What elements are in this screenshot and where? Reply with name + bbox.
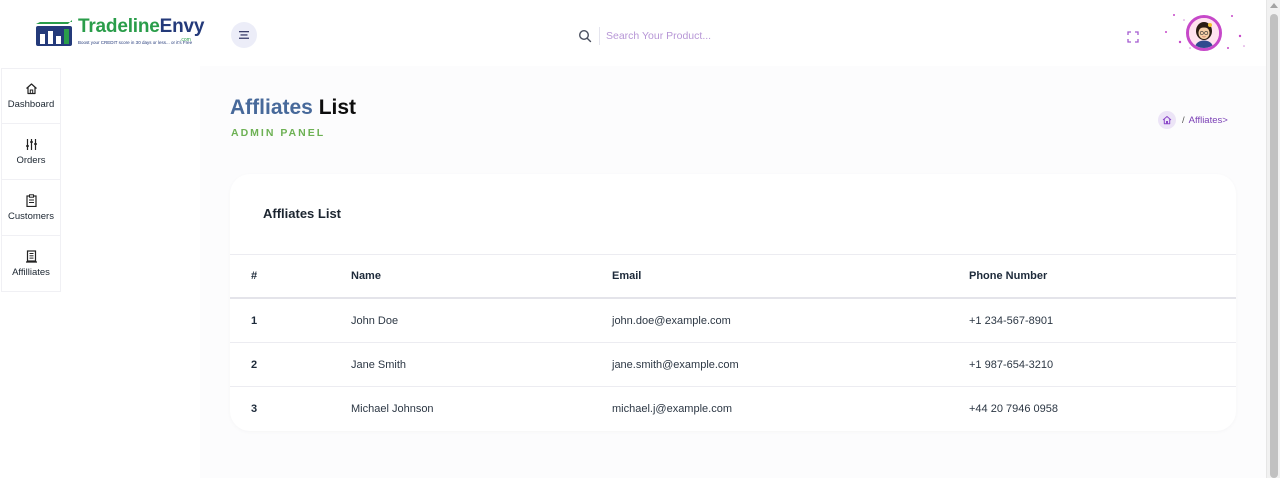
search-icon[interactable] <box>578 29 592 43</box>
table-row[interactable]: 2 Jane Smith jane.smith@example.com +1 9… <box>230 343 1236 387</box>
brand-name: TradelineEnvy <box>78 16 204 38</box>
scroll-thumb[interactable] <box>1270 14 1278 478</box>
brand-logo[interactable]: TradelineEnvy .com Boost your CREDIT sco… <box>34 16 209 48</box>
sidebar-item-label: Affilliates <box>12 266 50 278</box>
building-icon <box>25 249 37 263</box>
hamburger-icon <box>239 31 249 39</box>
row-phone: +1 987-654-3210 <box>969 358 1054 371</box>
affiliates-table: # Name Email Phone Number 1 John Doe joh… <box>230 255 1236 431</box>
page-subtitle: ADMIN PANEL <box>231 127 326 139</box>
brand-name-part2: Envy <box>159 16 205 37</box>
breadcrumb: / Affliates> <box>1158 111 1228 129</box>
sidebar-nav: Dashboard Orders Customers Affilliates <box>1 68 61 292</box>
fullscreen-icon[interactable] <box>1127 31 1139 43</box>
sliders-icon <box>25 138 37 150</box>
column-header-phone[interactable]: Phone Number <box>969 255 1047 297</box>
breadcrumb-separator: / <box>1182 114 1185 126</box>
sidebar: Dashboard Orders Customers Affilliates <box>0 66 200 478</box>
avatar-area <box>1162 10 1248 56</box>
brand-name-part1: Tradeline <box>78 16 160 37</box>
card-title: Affliates List <box>263 206 342 221</box>
home-icon <box>1162 116 1172 125</box>
breadcrumb-current[interactable]: Affliates> <box>1189 115 1228 126</box>
search-input[interactable] <box>606 26 866 46</box>
row-number: 2 <box>251 358 258 371</box>
page-scrollbar[interactable] <box>1266 0 1280 478</box>
table-row[interactable]: 3 Michael Johnson michael.j@example.com … <box>230 387 1236 431</box>
brand-tagline: Boost your CREDIT score in 30 days or le… <box>78 40 193 45</box>
column-header-email[interactable]: Email <box>612 255 641 297</box>
top-header: TradelineEnvy .com Boost your CREDIT sco… <box>0 0 1266 66</box>
row-phone: +1 234-567-8901 <box>969 314 1054 327</box>
clipboard-icon <box>25 193 37 207</box>
user-avatar-icon <box>1189 18 1219 48</box>
table-header-row: # Name Email Phone Number <box>230 255 1236 299</box>
sidebar-item-customers[interactable]: Customers <box>1 180 61 236</box>
page-title-part2: List <box>318 96 357 119</box>
logo-mark-icon <box>36 20 72 46</box>
user-avatar[interactable] <box>1186 15 1222 51</box>
row-email: michael.j@example.com <box>612 403 732 415</box>
row-email: jane.smith@example.com <box>612 358 739 371</box>
sidebar-item-dashboard[interactable]: Dashboard <box>1 68 61 124</box>
row-email: john.doe@example.com <box>612 314 731 327</box>
sidebar-item-label: Dashboard <box>7 99 55 110</box>
menu-toggle-button[interactable] <box>231 22 257 48</box>
page-title: Affliates List <box>230 96 356 120</box>
search-divider <box>599 27 600 45</box>
sidebar-item-orders[interactable]: Orders <box>1 124 61 180</box>
table-row[interactable]: 1 John Doe john.doe@example.com +1 234-5… <box>230 299 1236 343</box>
row-number: 1 <box>251 314 258 327</box>
breadcrumb-home[interactable] <box>1158 111 1176 129</box>
row-name: John Doe <box>351 314 399 327</box>
home-icon <box>25 83 37 95</box>
column-header-name[interactable]: Name <box>351 255 381 297</box>
sidebar-item-label: Customers <box>8 210 54 222</box>
affiliates-card: Affliates List # Name Email Phone Number… <box>230 174 1236 431</box>
page-title-part1: Affliates <box>230 96 313 119</box>
row-name: Michael Johnson <box>351 403 434 415</box>
row-name: Jane Smith <box>351 358 407 371</box>
row-phone: +44 20 7946 0958 <box>969 403 1059 415</box>
column-header-number[interactable]: # <box>251 255 257 297</box>
row-number: 3 <box>251 403 258 415</box>
scroll-up-arrow-icon[interactable] <box>1270 3 1278 8</box>
sidebar-item-label: Orders <box>16 154 46 166</box>
sidebar-item-affiliates[interactable]: Affilliates <box>1 236 61 292</box>
